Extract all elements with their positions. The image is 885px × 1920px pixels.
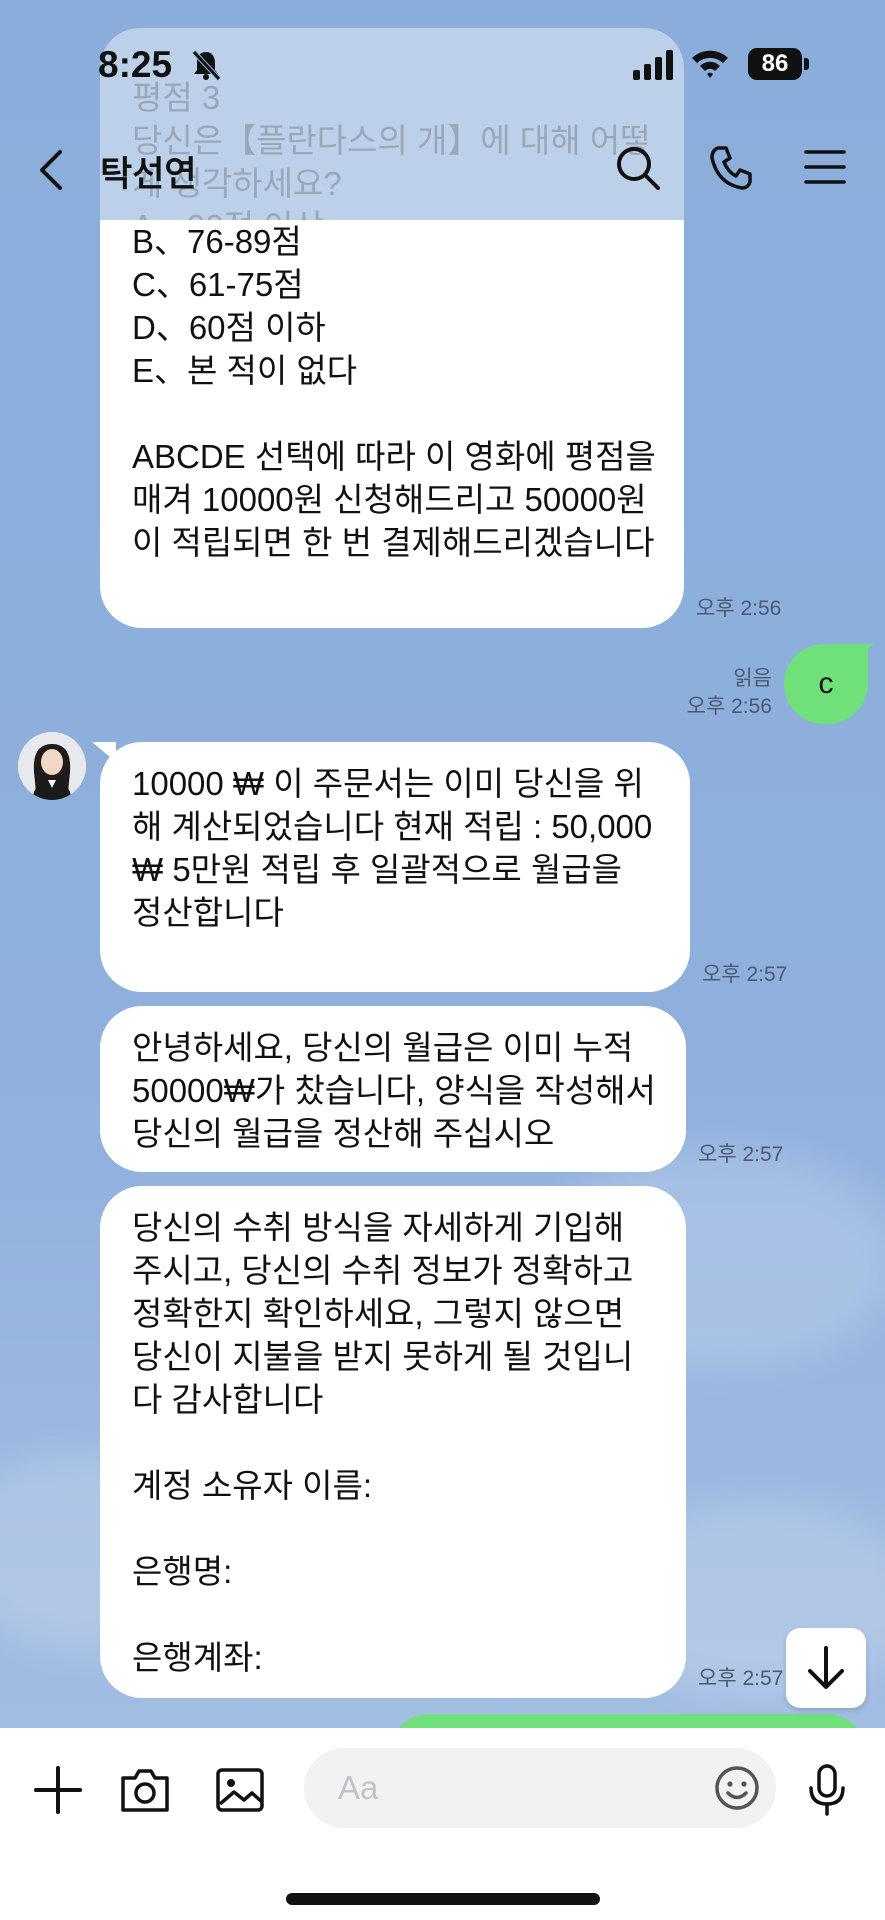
image-icon[interactable] — [210, 1760, 270, 1820]
plus-icon[interactable] — [28, 1760, 88, 1820]
wifi-icon — [692, 50, 728, 78]
arrow-down-icon — [808, 1646, 844, 1689]
message-time: 오후 2:57 — [702, 963, 788, 986]
read-receipt: 읽음 — [733, 667, 772, 690]
emoji-icon[interactable] — [710, 1758, 764, 1818]
bell-off-icon — [192, 50, 221, 81]
battery-indicator: 86 — [748, 48, 810, 80]
phone-icon[interactable] — [704, 140, 758, 194]
message-bubble-salary[interactable]: 안녕하세요, 당신의 월급은 이미 누적 50000₩가 찼습니다, 양식을 작… — [100, 1006, 686, 1172]
message-time: 오후 2:56 — [696, 597, 782, 620]
status-bar: 8:25 86 — [0, 0, 885, 130]
microphone-icon[interactable] — [797, 1760, 857, 1820]
camera-icon[interactable] — [115, 1760, 175, 1820]
battery-level: 86 — [748, 48, 802, 80]
message-time: 오후 2:57 — [698, 1143, 784, 1166]
chat-background: 평점 3 당신은【플란다스의 개】에 대해 어떻게 생각하세요? A、90점 이… — [0, 0, 885, 1728]
message-time: 오후 2:57 — [698, 1667, 784, 1690]
sent-message-bubble-partial[interactable] — [388, 1714, 868, 1728]
message-bubble-order[interactable]: 10000 ₩ 이 주문서는 이미 당신을 위해 계산되었습니다 현재 적립 :… — [100, 742, 690, 992]
menu-icon[interactable] — [798, 140, 852, 194]
message-composer — [0, 1728, 885, 1920]
contact-avatar[interactable] — [18, 732, 86, 800]
chat-header: 탁선연 — [0, 130, 885, 210]
status-time: 8:25 — [98, 44, 173, 85]
sent-message-time: 오후 2:56 — [686, 695, 772, 718]
signal-icon — [633, 50, 673, 80]
chevron-left-icon[interactable] — [28, 142, 76, 198]
message-bubble-rating[interactable]: B、76-89점 C、61-75점 D、60점 이하 E、본 적이 없다 ABC… — [100, 220, 684, 628]
scroll-to-bottom-button[interactable] — [786, 1628, 866, 1708]
message-input[interactable] — [304, 1748, 776, 1828]
message-bubble-bank-form[interactable]: 당신의 수취 방식을 자세하게 기입해 주시고, 당신의 수취 정보가 정확하고… — [100, 1186, 686, 1698]
search-icon[interactable] — [610, 140, 664, 194]
contact-name[interactable]: 탁선연 — [100, 146, 197, 197]
home-indicator — [286, 1893, 600, 1905]
